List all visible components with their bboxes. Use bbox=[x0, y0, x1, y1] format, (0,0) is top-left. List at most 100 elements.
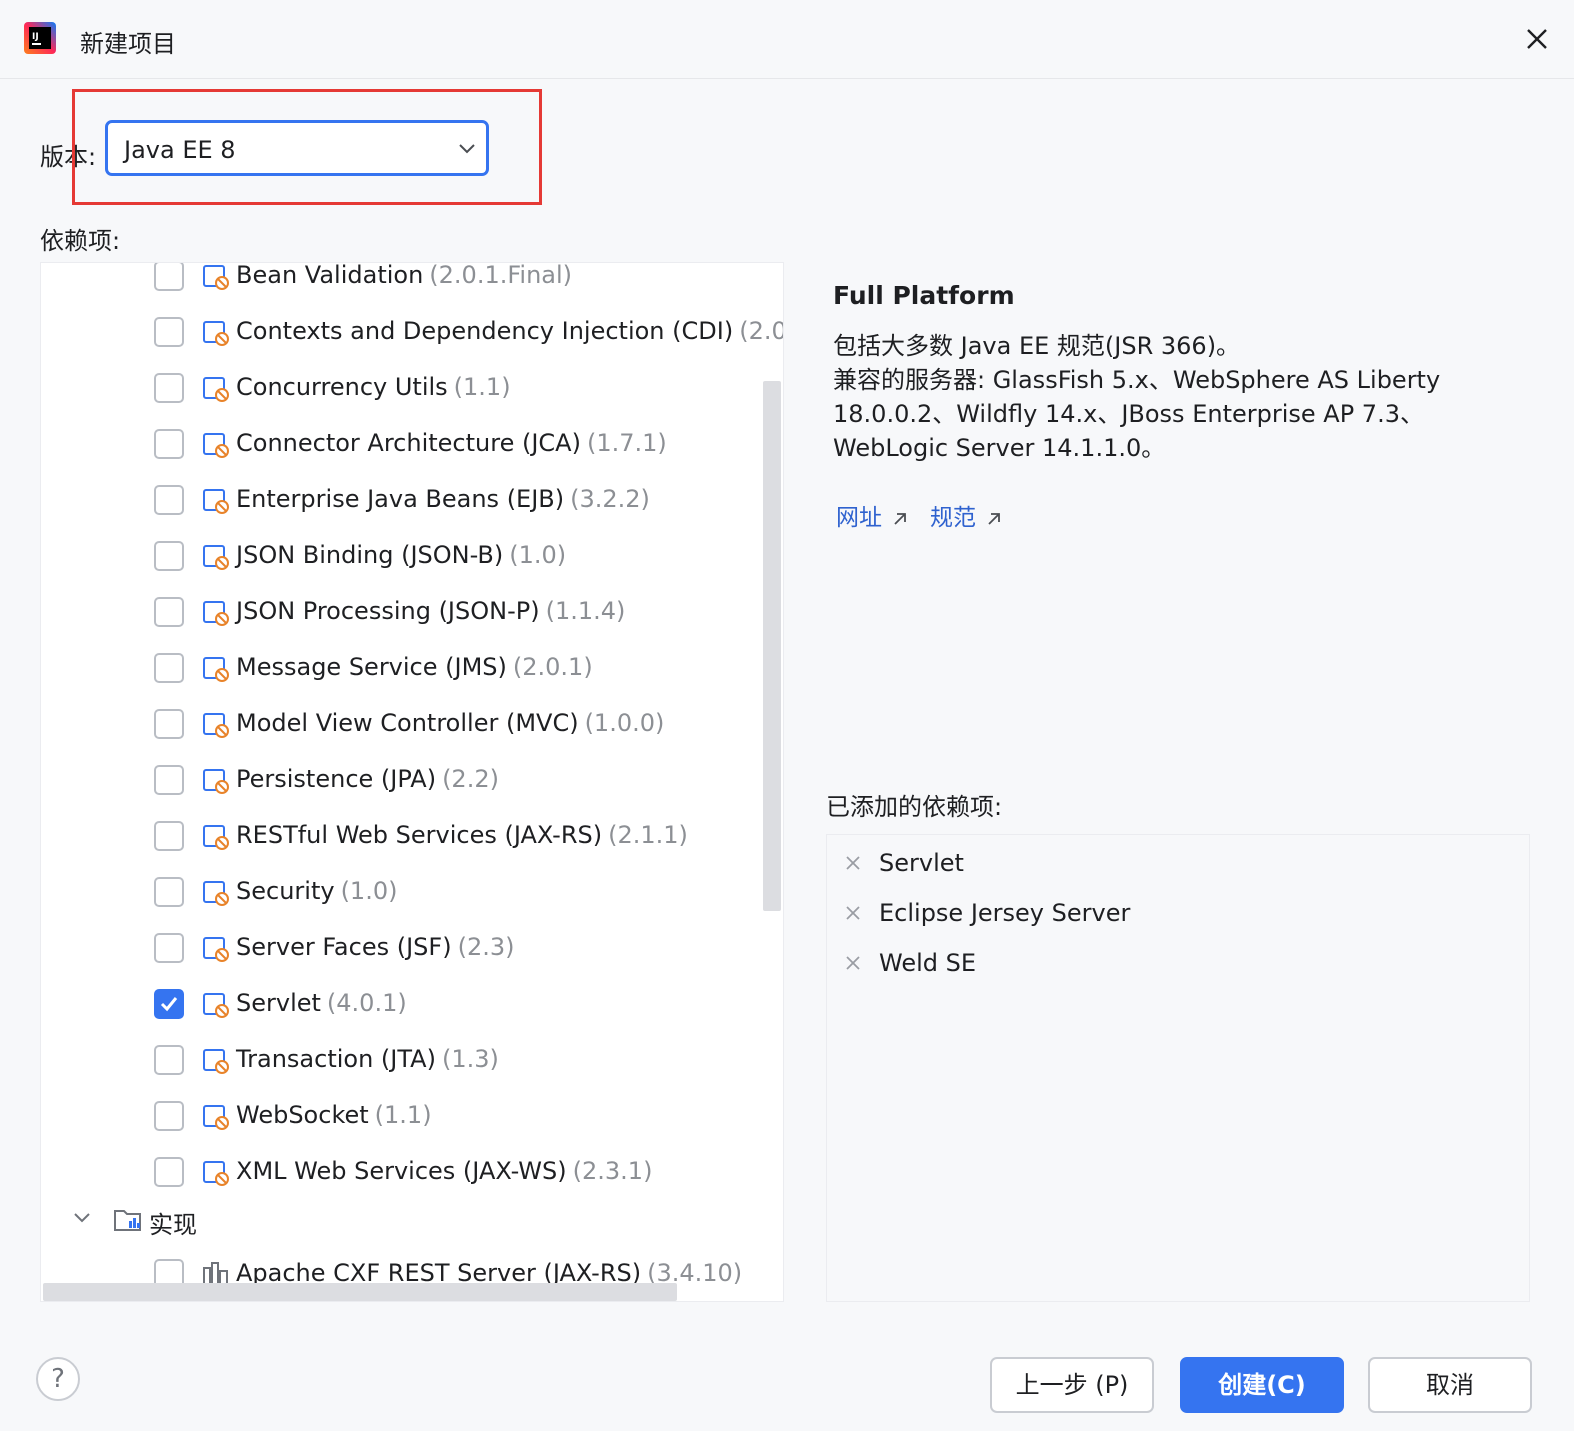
dependency-name: Connector Architecture (JCA) bbox=[236, 429, 581, 457]
added-item: Weld SE bbox=[827, 943, 1527, 983]
remove-icon[interactable] bbox=[845, 955, 861, 971]
dependency-checkbox[interactable] bbox=[154, 597, 184, 627]
dependency-row[interactable]: Security (1.0) bbox=[41, 865, 783, 921]
dependency-label: RESTful Web Services (JAX-RS) (2.1.1) bbox=[236, 821, 688, 849]
chevron-down-icon[interactable] bbox=[73, 1211, 91, 1225]
svg-text:IJ: IJ bbox=[32, 32, 39, 42]
dependency-label: Security (1.0) bbox=[236, 877, 397, 905]
dependency-label: Servlet (4.0.1) bbox=[236, 989, 407, 1017]
dependency-checkbox[interactable] bbox=[154, 1157, 184, 1187]
dependency-version: (1.1) bbox=[374, 1101, 432, 1129]
dependency-name: Message Service (JMS) bbox=[236, 653, 507, 681]
module-icon bbox=[201, 933, 231, 963]
website-link[interactable]: 网址 bbox=[836, 498, 908, 532]
dependency-name: Persistence (JPA) bbox=[236, 765, 437, 793]
dependency-label: XML Web Services (JAX-WS) (2.3.1) bbox=[236, 1157, 652, 1185]
dependency-label: Persistence (JPA) (2.2) bbox=[236, 765, 499, 793]
dependency-row[interactable]: Concurrency Utils (1.1) bbox=[41, 361, 783, 417]
dependencies-tree[interactable]: Bean Validation (2.0.1.Final) Contexts and… bbox=[40, 262, 784, 1302]
dependency-name: XML Web Services (JAX-WS) bbox=[236, 1157, 567, 1185]
dependency-version: (2.0.1) bbox=[512, 653, 593, 681]
dependency-version: (2.3) bbox=[457, 933, 515, 961]
dependency-row[interactable]: Contexts and Dependency Injection (CDI)(… bbox=[41, 305, 783, 361]
dependency-checkbox[interactable] bbox=[154, 989, 184, 1019]
spec-link[interactable]: 规范 bbox=[930, 498, 1002, 532]
dependency-row[interactable]: Model View Controller (MVC) (1.0.0) bbox=[41, 697, 783, 753]
dependency-label: WebSocket (1.1) bbox=[236, 1101, 432, 1129]
dependency-checkbox[interactable] bbox=[154, 653, 184, 683]
dependency-checkbox[interactable] bbox=[154, 933, 184, 963]
dependency-row[interactable]: Message Service (JMS) (2.0.1) bbox=[41, 641, 783, 697]
dependency-row[interactable]: Transaction (JTA) (1.3) bbox=[41, 1033, 783, 1089]
dependency-version: (2.0.SP bbox=[739, 317, 783, 345]
dependency-label: Bean Validation (2.0.1.Final) bbox=[236, 262, 572, 289]
vertical-scrollbar[interactable] bbox=[763, 381, 781, 911]
dependency-label: Transaction (JTA) (1.3) bbox=[236, 1045, 499, 1073]
dependency-name: Bean Validation bbox=[236, 262, 424, 289]
previous-button[interactable]: 上一步 (P) bbox=[990, 1357, 1154, 1413]
module-icon bbox=[201, 821, 231, 851]
dependency-checkbox[interactable] bbox=[154, 263, 184, 291]
dependency-name: JSON Binding (JSON-B) bbox=[236, 541, 504, 569]
module-icon bbox=[201, 1045, 231, 1075]
dependency-checkbox[interactable] bbox=[154, 541, 184, 571]
dependency-version: (1.0) bbox=[509, 541, 567, 569]
dependency-checkbox[interactable] bbox=[154, 821, 184, 851]
dependency-name: Servlet bbox=[236, 989, 321, 1017]
dependency-version: (1.1) bbox=[453, 373, 511, 401]
dependency-version: (2.3.1) bbox=[572, 1157, 653, 1185]
horizontal-scrollbar[interactable] bbox=[43, 1283, 677, 1301]
group-row-impl[interactable]: 实现 bbox=[41, 1193, 783, 1249]
dependency-name: Security bbox=[236, 877, 335, 905]
help-button[interactable]: ? bbox=[36, 1357, 80, 1401]
remove-icon[interactable] bbox=[845, 855, 861, 871]
dependency-row[interactable]: Bean Validation (2.0.1.Final) bbox=[41, 262, 783, 305]
close-icon[interactable] bbox=[1522, 24, 1552, 54]
dependency-checkbox[interactable] bbox=[154, 1045, 184, 1075]
dependency-checkbox[interactable] bbox=[154, 765, 184, 795]
dependency-row[interactable]: Persistence (JPA) (2.2) bbox=[41, 753, 783, 809]
title-bar: IJ 新建项目 bbox=[0, 0, 1574, 79]
dependency-name: Server Faces (JSF) bbox=[236, 933, 452, 961]
added-dependencies-label: 已添加的依赖项: bbox=[826, 793, 1003, 821]
platform-servers-line: 兼容的服务器: GlassFish 5.x、WebSphere AS Liber… bbox=[833, 366, 1441, 462]
dependency-row[interactable]: JSON Processing (JSON-P) (1.1.4) bbox=[41, 585, 783, 641]
dependency-checkbox[interactable] bbox=[154, 709, 184, 739]
dependency-checkbox[interactable] bbox=[154, 485, 184, 515]
dependency-row[interactable]: Enterprise Java Beans (EJB) (3.2.2) bbox=[41, 473, 783, 529]
intellij-idea-logo: IJ bbox=[24, 22, 56, 54]
dependency-label: Message Service (JMS) (2.0.1) bbox=[236, 653, 593, 681]
dependency-version: (4.0.1) bbox=[326, 989, 407, 1017]
dependency-row[interactable]: Servlet (4.0.1) bbox=[41, 977, 783, 1033]
dependency-label: Model View Controller (MVC) (1.0.0) bbox=[236, 709, 664, 737]
spec-link-label[interactable]: 规范 bbox=[930, 505, 976, 531]
dependency-row[interactable]: Server Faces (JSF) (2.3) bbox=[41, 921, 783, 977]
dependency-row[interactable]: JSON Binding (JSON-B) (1.0) bbox=[41, 529, 783, 585]
platform-description: 包括大多数 Java EE 规范(JSR 366)。 兼容的服务器: Glass… bbox=[833, 329, 1533, 465]
module-icon bbox=[201, 317, 231, 347]
remove-icon[interactable] bbox=[845, 905, 861, 921]
dependency-name: Transaction (JTA) bbox=[236, 1045, 436, 1073]
added-item-label: Weld SE bbox=[879, 949, 977, 977]
dependency-checkbox[interactable] bbox=[154, 317, 184, 347]
dependency-version: (1.1.4) bbox=[545, 597, 626, 625]
dependency-checkbox[interactable] bbox=[154, 877, 184, 907]
create-button[interactable]: 创建(C) bbox=[1180, 1357, 1344, 1413]
group-label-impl: 实现 bbox=[149, 1211, 197, 1239]
dependency-checkbox[interactable] bbox=[154, 1101, 184, 1131]
added-item-label: Eclipse Jersey Server bbox=[879, 899, 1131, 927]
module-icon bbox=[201, 373, 231, 403]
dependency-checkbox[interactable] bbox=[154, 429, 184, 459]
dependency-row[interactable]: RESTful Web Services (JAX-RS) (2.1.1) bbox=[41, 809, 783, 865]
dependency-version: (1.0.0) bbox=[584, 709, 665, 737]
cancel-button[interactable]: 取消 bbox=[1368, 1357, 1532, 1413]
dependency-label: JSON Binding (JSON-B) (1.0) bbox=[236, 541, 566, 569]
dependencies-label: 依赖项: bbox=[40, 227, 121, 255]
module-icon bbox=[201, 653, 231, 683]
website-link-label[interactable]: 网址 bbox=[836, 505, 882, 531]
dependency-row[interactable]: WebSocket (1.1) bbox=[41, 1089, 783, 1145]
dependency-checkbox[interactable] bbox=[154, 373, 184, 403]
dependency-version: (2.2) bbox=[442, 765, 499, 793]
dependency-row[interactable]: Connector Architecture (JCA) (1.7.1) bbox=[41, 417, 783, 473]
dependency-name: WebSocket bbox=[236, 1101, 369, 1129]
